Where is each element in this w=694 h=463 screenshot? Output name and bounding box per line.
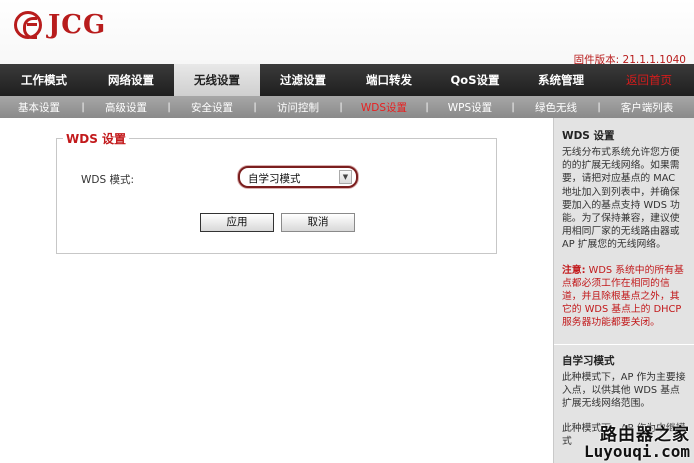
help-title: WDS 设置 xyxy=(562,130,615,142)
subnav-advanced[interactable]: 高级设置 xyxy=(88,100,164,115)
subnav-separator: | xyxy=(425,101,429,113)
subnav-wds[interactable]: WDS设置 xyxy=(346,100,422,115)
nav-item-wireless[interactable]: 无线设置 xyxy=(174,64,260,96)
subnav-separator: | xyxy=(511,101,515,113)
main-nav: 工作模式 网络设置 无线设置 过滤设置 端口转发 QoS设置 系统管理 返回首页 xyxy=(0,64,694,96)
help-body: 无线分布式系统允许您方便的的扩展无线网络。如果需要，请把对应基点的 MAC 地址… xyxy=(562,147,680,251)
subnav-green-wireless[interactable]: 绿色无线 xyxy=(518,100,594,115)
wds-mode-value: 自学习模式 xyxy=(248,173,301,185)
help-note: 注意: WDS 系统中的所有基点都必须工作在相同的信道，并且除根基点之外，其它的… xyxy=(562,264,688,330)
subnav-separator: | xyxy=(253,101,257,113)
nav-item-qos[interactable]: QoS设置 xyxy=(432,64,518,96)
brand-logo[interactable]: JCG xyxy=(14,10,106,40)
wds-mode-select[interactable]: 自学习模式 ▼ xyxy=(238,166,358,188)
content-panel: WDS 设置 WDS 模式: 自学习模式 ▼ 应用 取消 xyxy=(0,118,553,463)
subnav-separator: | xyxy=(339,101,343,113)
help-note-label: 注意: xyxy=(562,264,586,276)
chevron-down-icon[interactable]: ▼ xyxy=(339,170,352,184)
nav-item-system[interactable]: 系统管理 xyxy=(518,64,604,96)
nav-item-work-mode[interactable]: 工作模式 xyxy=(0,64,88,96)
site-watermark: 路由器之家 Luyouqi.com xyxy=(584,420,690,461)
help-sidebar: WDS 设置 无线分布式系统允许您方便的的扩展无线网络。如果需要，请把对应基点的… xyxy=(553,118,694,463)
subnav-separator: | xyxy=(81,101,85,113)
subnav-wps[interactable]: WPS设置 xyxy=(432,100,508,115)
wds-mode-label: WDS 模式: xyxy=(81,174,135,186)
help-mode-body: 此种模式下，AP 作为主要接入点，以供其他 WDS 基点扩展无线网络范围。 xyxy=(562,371,686,410)
watermark-en: Luyouqi.com xyxy=(584,442,690,461)
subnav-basic[interactable]: 基本设置 xyxy=(0,100,78,115)
cancel-button[interactable]: 取消 xyxy=(281,213,355,232)
logo-text: JCG xyxy=(48,10,107,40)
wds-section-title: WDS 设置 xyxy=(63,130,130,147)
subnav-client-list[interactable]: 客户端列表 xyxy=(604,100,690,115)
subnav-separator: | xyxy=(597,101,601,113)
subnav-separator: | xyxy=(167,101,171,113)
subnav-access-control[interactable]: 访问控制 xyxy=(260,100,336,115)
nav-item-port-forward[interactable]: 端口转发 xyxy=(346,64,432,96)
apply-button[interactable]: 应用 xyxy=(200,213,274,232)
logo-mark-icon xyxy=(14,11,42,39)
help-mode-title: 自学习模式 xyxy=(562,354,615,367)
help-divider xyxy=(554,343,694,345)
nav-item-network[interactable]: 网络设置 xyxy=(88,64,174,96)
sub-nav: 基本设置 | 高级设置 | 安全设置 | 访问控制 | WDS设置 | WPS设… xyxy=(0,96,694,118)
nav-item-filter[interactable]: 过滤设置 xyxy=(260,64,346,96)
subnav-security[interactable]: 安全设置 xyxy=(174,100,250,115)
wds-settings-fieldset: WDS 设置 WDS 模式: 自学习模式 ▼ 应用 取消 xyxy=(56,130,497,254)
nav-item-home[interactable]: 返回首页 xyxy=(604,64,694,96)
header: JCG 固件版本: 21.1.1.1040 xyxy=(0,0,694,66)
